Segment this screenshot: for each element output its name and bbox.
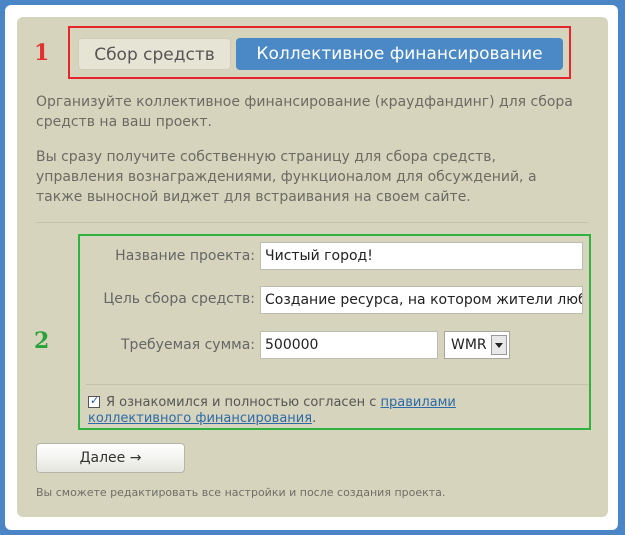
project-name-input[interactable]: Чистый город! bbox=[260, 242, 583, 270]
project-name-label: Название проекта: bbox=[115, 248, 255, 264]
step-2-marker: 2 bbox=[34, 328, 50, 354]
next-button[interactable]: Далее → bbox=[36, 443, 185, 473]
description-intro: Организуйте коллективное финансирование … bbox=[36, 94, 573, 130]
currency-select[interactable]: WMR bbox=[444, 331, 510, 359]
step-1-marker: 1 bbox=[34, 40, 50, 66]
agree-text: Я ознакомился и полностью согласен с пра… bbox=[88, 395, 558, 427]
tab-fundraising[interactable]: Сбор средств bbox=[78, 38, 231, 70]
tab-crowdfunding[interactable]: Коллективное финансирование bbox=[236, 38, 563, 70]
chevron-down-icon[interactable] bbox=[491, 335, 507, 355]
agree-text-label: Я ознакомился и полностью согласен с bbox=[106, 395, 381, 410]
form-divider bbox=[86, 384, 588, 385]
description-details: Вы сразу получите собственную страницу д… bbox=[36, 149, 537, 205]
goal-label: Цель сбора средств: bbox=[103, 291, 255, 307]
amount-label: Требуемая сумма: bbox=[121, 337, 255, 353]
divider bbox=[36, 222, 588, 223]
currency-value: WMR bbox=[451, 337, 487, 353]
amount-input[interactable]: 500000 bbox=[260, 331, 438, 359]
goal-input[interactable]: Создание ресурса, на котором жители любо… bbox=[260, 286, 583, 314]
footnote: Вы сможете редактировать все настройки и… bbox=[36, 486, 446, 499]
agree-text-end: . bbox=[312, 411, 317, 426]
